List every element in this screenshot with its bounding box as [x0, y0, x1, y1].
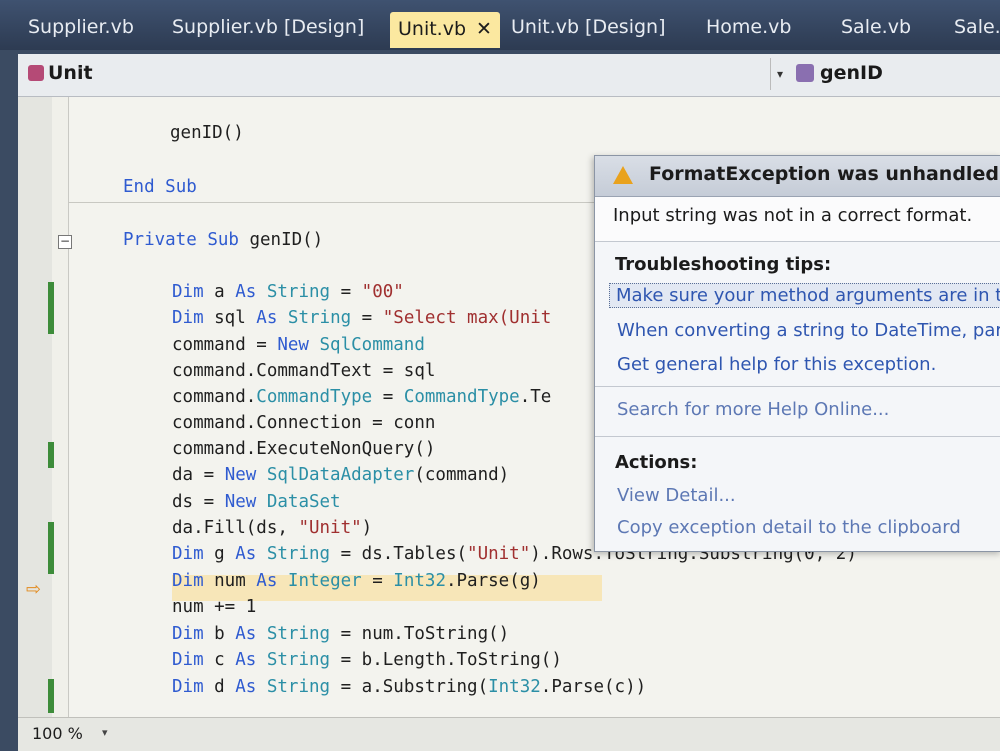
code-line: da.Fill(ds, "Unit") — [172, 518, 373, 538]
tab-unit-vb[interactable]: Unit.vb ✕ — [390, 12, 500, 48]
code-line: ds = New DataSet — [172, 492, 341, 512]
tab-sale-vb-2[interactable]: Sale.v — [946, 10, 1000, 44]
code-line: command.ExecuteNonQuery() — [172, 439, 436, 459]
class-icon — [28, 65, 44, 81]
tab-label: Unit.vb — [398, 18, 467, 40]
close-tab-icon[interactable]: ✕ — [476, 18, 492, 40]
warning-icon — [613, 166, 633, 184]
code-line: Dim c As String = b.Length.ToString() — [172, 650, 562, 670]
tab-label: Home.vb — [706, 16, 792, 38]
member-dropdown[interactable]: genID — [796, 62, 883, 84]
code-line: command = New SqlCommand — [172, 335, 425, 355]
class-name: Unit — [48, 62, 93, 84]
exception-title-bar: FormatException was unhandled — [595, 156, 1000, 197]
document-tab-strip: Supplier.vb Supplier.vb [Design] Unit.vb… — [0, 0, 1000, 50]
zoom-dropdown-icon[interactable]: ▾ — [102, 726, 108, 739]
tab-supplier-vb[interactable]: Supplier.vb — [20, 10, 142, 44]
code-line: command.CommandText = sql — [172, 361, 436, 381]
tip-link-general-help[interactable]: Get general help for this exception. — [617, 354, 936, 375]
code-line: Dim b As String = num.ToString() — [172, 624, 510, 644]
member-name: genID — [820, 62, 883, 84]
code-line: Dim a As String = "00" — [172, 282, 404, 302]
divider — [595, 386, 1000, 387]
code-line: da = New SqlDataAdapter(command) — [172, 465, 510, 485]
tab-unit-design[interactable]: Unit.vb [Design] — [503, 10, 674, 44]
code-line: End Sub — [123, 177, 197, 197]
class-dropdown[interactable]: Unit — [28, 62, 93, 84]
tab-label: Supplier.vb [Design] — [172, 16, 365, 38]
code-line: command.CommandType = CommandType.Te — [172, 387, 552, 407]
zoom-level[interactable]: 100 % — [32, 724, 83, 743]
exception-title: FormatException was unhandled — [649, 163, 999, 185]
code-line: Dim d As String = a.Substring(Int32.Pars… — [172, 677, 647, 697]
tab-supplier-design[interactable]: Supplier.vb [Design] — [164, 10, 372, 44]
tab-label: Sale.v — [954, 16, 1000, 38]
tab-label: Supplier.vb — [28, 16, 134, 38]
code-line: num += 1 — [172, 597, 257, 617]
exception-message: Input string was not in a correct format… — [613, 205, 973, 226]
tab-home-vb[interactable]: Home.vb — [698, 10, 799, 44]
search-help-online-link[interactable]: Search for more Help Online... — [617, 399, 889, 420]
code-line: Dim num As Integer = Int32.Parse(g) — [172, 571, 541, 591]
tip-link-method-arguments[interactable]: Make sure your method arguments are in t — [609, 283, 1000, 308]
copy-exception-link[interactable]: Copy exception detail to the clipboard — [617, 517, 961, 538]
method-icon — [796, 64, 814, 82]
actions-header: Actions: — [615, 452, 698, 473]
code-line: Dim sql As String = "Select max(Unit — [172, 308, 552, 328]
troubleshooting-header: Troubleshooting tips: — [615, 254, 832, 275]
tab-sale-vb[interactable]: Sale.vb — [833, 10, 919, 44]
code-line: Private Sub genID() — [123, 230, 324, 250]
code-line: genID() — [170, 123, 244, 143]
code-line: command.Connection = conn — [172, 413, 436, 433]
divider — [595, 436, 1000, 437]
tab-label: Unit.vb [Design] — [511, 16, 666, 38]
tab-label: Sale.vb — [841, 16, 912, 38]
tip-link-datetime[interactable]: When converting a string to DateTime, pa… — [617, 320, 1000, 341]
editor-status-bar: 100 % ▾ — [18, 717, 1000, 751]
exception-message-box: Input string was not in a correct format… — [595, 197, 1000, 242]
code-navigation-bar: Unit ▾ genID — [18, 54, 1000, 97]
exception-assistant: FormatException was unhandled Input stri… — [594, 155, 1000, 552]
chevron-down-icon[interactable]: ▾ — [770, 58, 789, 90]
view-detail-link[interactable]: View Detail... — [617, 485, 736, 506]
